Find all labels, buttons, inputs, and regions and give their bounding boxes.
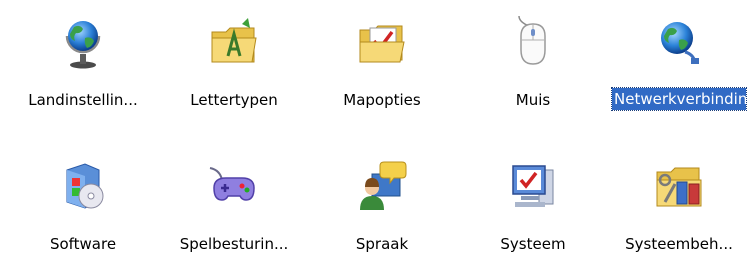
item-label: Systeembeh... xyxy=(625,235,733,253)
item-label: Software xyxy=(49,235,117,253)
item-landinstellingen[interactable]: Landinstellin... xyxy=(8,6,158,126)
item-label: Spelbesturin... xyxy=(179,235,289,253)
network-globe-icon xyxy=(651,14,707,70)
speech-person-icon xyxy=(354,158,410,214)
mouse-icon xyxy=(505,14,561,70)
item-label: Landinstellin... xyxy=(28,91,138,109)
item-label: Muis xyxy=(515,91,551,109)
globe-on-stand-icon xyxy=(55,14,111,70)
system-computer-icon xyxy=(505,158,561,214)
item-label: Mapopties xyxy=(343,91,421,109)
item-spraak[interactable]: Spraak xyxy=(307,150,457,270)
item-label: Netwerkverbindingen xyxy=(611,87,756,111)
item-spelbesturing[interactable]: Spelbesturin... xyxy=(159,150,309,270)
folder-options-icon xyxy=(354,14,410,70)
item-label: Systeem xyxy=(500,235,566,253)
item-netwerkverbindingen[interactable]: Netwerkverbindingen xyxy=(604,6,756,126)
item-systeembeheer[interactable]: Systeembeh... xyxy=(604,150,754,270)
admin-tools-folder-icon xyxy=(651,158,707,214)
fonts-folder-icon xyxy=(206,14,262,70)
item-muis[interactable]: Muis xyxy=(458,6,608,126)
gamepad-icon xyxy=(206,158,262,214)
item-software[interactable]: Software xyxy=(8,150,158,270)
item-mapopties[interactable]: Mapopties xyxy=(307,6,457,126)
software-box-cd-icon xyxy=(55,158,111,214)
item-lettertypen[interactable]: Lettertypen xyxy=(159,6,309,126)
item-label: Lettertypen xyxy=(190,91,278,109)
item-label: Spraak xyxy=(355,235,409,253)
item-systeem[interactable]: Systeem xyxy=(458,150,608,270)
control-panel-window: { "items": [ {"label": "Landinstellin...… xyxy=(0,0,756,262)
